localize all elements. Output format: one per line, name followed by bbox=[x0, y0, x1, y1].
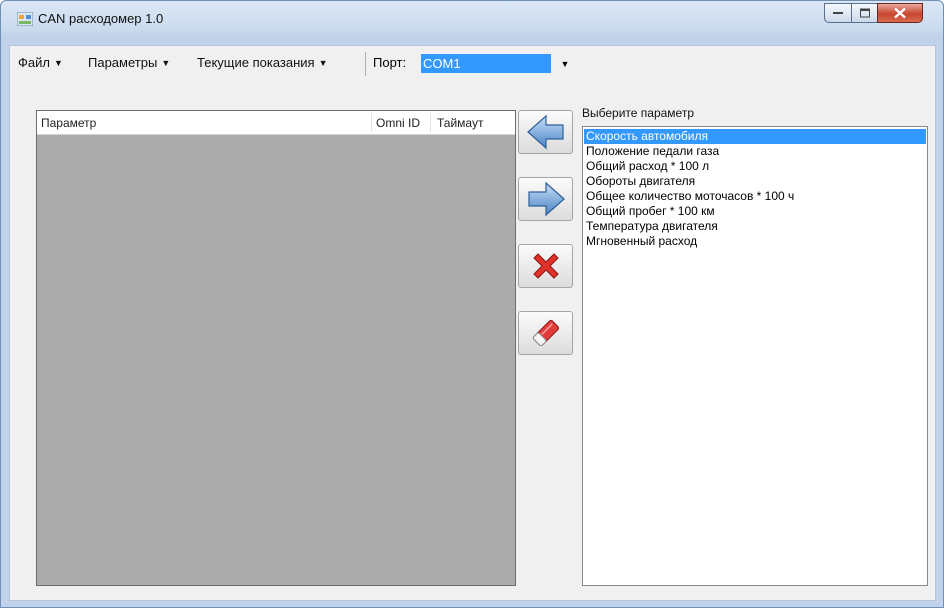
menu-file[interactable]: Файл ▼ bbox=[18, 55, 63, 70]
close-icon bbox=[894, 7, 906, 19]
add-parameter-button[interactable] bbox=[518, 110, 573, 154]
list-item[interactable]: Общее количество моточасов * 100 ч bbox=[584, 189, 926, 204]
column-divider bbox=[371, 113, 372, 132]
parameters-grid[interactable]: Параметр Omni ID Таймаут bbox=[36, 110, 516, 586]
parameter-list[interactable]: Скорость автомобиля Положение педали газ… bbox=[582, 126, 928, 586]
maximize-icon bbox=[859, 8, 870, 18]
clear-button[interactable] bbox=[518, 311, 573, 355]
menu-readings-label: Текущие показания bbox=[197, 55, 315, 70]
port-label: Порт: bbox=[373, 55, 407, 70]
menu-parameters[interactable]: Параметры ▼ bbox=[88, 55, 170, 70]
dropdown-arrow-icon: ▼ bbox=[53, 58, 63, 68]
column-divider bbox=[430, 113, 431, 132]
delete-x-icon bbox=[532, 253, 559, 279]
list-item[interactable]: Обороты двигателя bbox=[584, 174, 926, 189]
column-header-parameter[interactable]: Параметр bbox=[41, 116, 96, 130]
app-window: CAN расходомер 1.0 Файл ▼ Параметры ▼ Теку… bbox=[0, 0, 944, 608]
list-item[interactable]: Скорость автомобиля bbox=[584, 129, 926, 144]
eraser-icon bbox=[532, 319, 559, 347]
arrow-left-icon bbox=[526, 114, 564, 150]
app-icon bbox=[17, 12, 33, 26]
window-title: CAN расходомер 1.0 bbox=[38, 11, 164, 26]
menu-file-label: Файл bbox=[18, 55, 50, 70]
list-item[interactable]: Общий пробег * 100 км bbox=[584, 204, 926, 219]
port-dropdown-button[interactable]: ▼ bbox=[558, 56, 572, 72]
title-bar[interactable]: CAN расходомер 1.0 bbox=[1, 1, 943, 33]
minimize-button[interactable] bbox=[824, 3, 852, 23]
remove-parameter-button[interactable] bbox=[518, 177, 573, 221]
list-item[interactable]: Мгновенный расход bbox=[584, 234, 926, 249]
list-item[interactable]: Общий расход * 100 л bbox=[584, 159, 926, 174]
minimize-icon bbox=[833, 12, 843, 14]
chevron-down-icon: ▼ bbox=[560, 59, 570, 69]
column-header-omni-id[interactable]: Omni ID bbox=[376, 116, 420, 130]
parameter-list-label: Выберите параметр bbox=[582, 106, 695, 120]
column-header-timeout[interactable]: Таймаут bbox=[437, 116, 483, 130]
menu-bar: Файл ▼ Параметры ▼ Текущие показания ▼ Порт… bbox=[10, 46, 935, 80]
port-combobox[interactable]: COM1 bbox=[421, 54, 551, 73]
dropdown-arrow-icon: ▼ bbox=[161, 58, 171, 68]
arrow-right-icon bbox=[527, 181, 565, 217]
delete-button[interactable] bbox=[518, 244, 573, 288]
grid-header: Параметр Omni ID Таймаут bbox=[37, 111, 515, 135]
menu-separator bbox=[365, 52, 366, 76]
dropdown-arrow-icon: ▼ bbox=[318, 58, 328, 68]
client-area: Файл ▼ Параметры ▼ Текущие показания ▼ Порт… bbox=[9, 45, 936, 601]
menu-current-readings[interactable]: Текущие показания ▼ bbox=[197, 55, 328, 70]
maximize-button[interactable] bbox=[851, 3, 878, 23]
list-item[interactable]: Температура двигателя bbox=[584, 219, 926, 234]
list-item[interactable]: Положение педали газа bbox=[584, 144, 926, 159]
menu-parameters-label: Параметры bbox=[88, 55, 158, 70]
close-button[interactable] bbox=[877, 3, 923, 23]
